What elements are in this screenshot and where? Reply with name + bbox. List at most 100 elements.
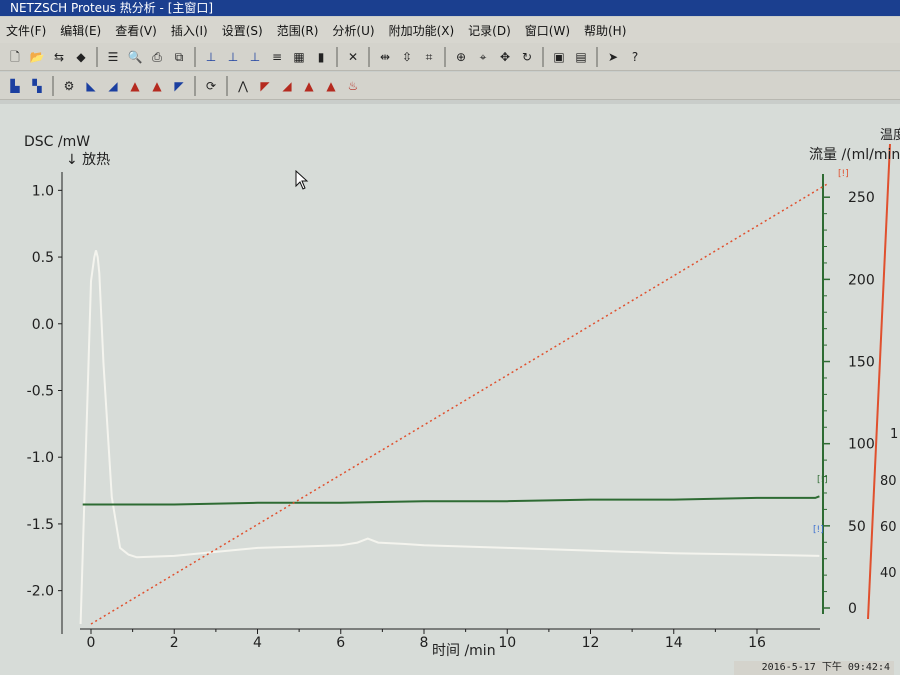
layers-icon[interactable]: ◆ <box>72 48 90 66</box>
curve-1-icon[interactable]: ◤ <box>256 77 274 95</box>
time-tick-label: 0 <box>87 635 96 651</box>
flow-curve[interactable] <box>82 495 820 506</box>
flow-tick-label: 250 <box>848 190 875 206</box>
menu-item-10[interactable]: 帮助(H) <box>584 22 626 39</box>
onset-icon[interactable]: ◢ <box>104 77 122 95</box>
tangent-icon[interactable]: ⋀ <box>234 77 252 95</box>
move-icon[interactable]: ✥ <box>496 48 514 66</box>
curve-4-icon[interactable]: ▲ <box>322 77 340 95</box>
flow-tick-label: 100 <box>848 437 875 453</box>
time-tick-label: 2 <box>170 635 179 651</box>
dsc-icon[interactable]: ▙ <box>6 77 24 95</box>
temp-axis-line <box>867 143 891 620</box>
new-file-icon[interactable]: 🗋 <box>6 48 24 66</box>
time-tick-label: 8 <box>420 635 429 651</box>
zoom-area-icon[interactable]: ⌖ <box>474 48 492 66</box>
toolbar-separator <box>194 75 196 96</box>
menu-item-4[interactable]: 设置(S) <box>222 22 263 39</box>
time-tick-label: 4 <box>253 635 262 651</box>
menu-item-8[interactable]: 记录(D) <box>468 22 511 39</box>
curve-end-marker: [!] <box>813 525 824 535</box>
toolbar-separator <box>542 46 544 67</box>
dsc-tick-label: -1.5 <box>27 517 54 533</box>
menu-item-1[interactable]: 编辑(E) <box>60 22 101 39</box>
peak-1-icon[interactable]: ⊥ <box>202 48 220 66</box>
menu-item-9[interactable]: 窗口(W) <box>525 22 570 39</box>
dsc-tick-label: -1.0 <box>27 450 54 466</box>
menu-item-5[interactable]: 范围(R) <box>277 22 319 39</box>
curve-end-marker: [!] <box>838 169 849 179</box>
temp-tick-label: 40 <box>880 566 897 581</box>
temp-tick-label: 60 <box>880 520 897 535</box>
import-icon[interactable]: ⇆ <box>50 48 68 66</box>
toolbar-separator <box>96 46 98 67</box>
temp-axis-label: 温度 <box>880 127 900 143</box>
curve-end-marker: [!] <box>817 475 828 485</box>
integral-icon[interactable]: ◤ <box>170 77 188 95</box>
zoom-in-icon[interactable]: ⊕ <box>452 48 470 66</box>
flow-tick-label: 0 <box>848 601 857 617</box>
dsc-curve[interactable] <box>79 250 820 625</box>
time-tick-label: 6 <box>336 635 345 651</box>
zoom-fit-icon[interactable]: ⌗ <box>420 48 438 66</box>
peak-2-icon[interactable]: ⊥ <box>224 48 242 66</box>
export-icon[interactable]: ▣ <box>550 48 568 66</box>
peak-area-icon[interactable]: ▲ <box>126 77 144 95</box>
close-x-icon[interactable]: ✕ <box>344 48 362 66</box>
time-axis-label: 时间 /min <box>432 643 496 659</box>
peak-icon[interactable]: ▲ <box>148 77 166 95</box>
temp-curve[interactable] <box>90 183 829 625</box>
copy-icon[interactable]: ⧉ <box>170 48 188 66</box>
help-cursor-icon[interactable]: ? <box>626 48 644 66</box>
open-folder-icon[interactable]: 📂 <box>28 48 46 66</box>
main-toolbar: 🗋 📂 ⇆ ◆ ☰ 🔍 ⎙ ⧉ ⊥ ⊥ ⊥ ≡ ▦ ▮ ✕ ⇹ ⇳ ⌗ ⊕ ⌖ ✥ ↻ ▣ ▤ ➤? <box>0 43 900 71</box>
grid-icon[interactable]: ▦ <box>290 48 308 66</box>
zoom-x-icon[interactable]: ⇹ <box>376 48 394 66</box>
window-title-bar: NETZSCH Proteus 热分析 - [主窗口] <box>0 0 900 16</box>
print-preview-icon[interactable]: 🔍 <box>126 48 144 66</box>
analysis-toolbar: ▙ ▚ ⚙ ◣ ◢ ▲ ▲ ◤ ⟳ ⋀ ◤ ◢ ▲ ▲ ♨ <box>0 72 900 100</box>
tg-icon[interactable]: ▚ <box>28 77 46 95</box>
status-datetime: 2016-5-17 下午 09:42:4 <box>734 661 894 675</box>
menu-item-6[interactable]: 分析(U) <box>332 22 374 39</box>
flow-tick-label: 150 <box>848 355 875 371</box>
menu-item-7[interactable]: 附加功能(X) <box>389 22 455 39</box>
dsc-tick-label: 1.0 <box>32 183 54 199</box>
dsc-tick-label: 0.0 <box>32 317 54 333</box>
menu-item-3[interactable]: 插入(I) <box>171 22 208 39</box>
legend-icon[interactable]: ≡ <box>268 48 286 66</box>
dsc-tick-label: -2.0 <box>27 584 54 600</box>
list-icon[interactable]: ☰ <box>104 48 122 66</box>
dsc-chart[interactable]: 1.00.50.0-0.5-1.0-1.5-2.00 2 4 6 8 10 12 14 1605… <box>0 104 900 675</box>
baseline-icon[interactable]: ◣ <box>82 77 100 95</box>
time-tick-label: 12 <box>582 635 600 651</box>
toolbar-separator <box>194 46 196 67</box>
curve-2-icon[interactable]: ◢ <box>278 77 296 95</box>
menu-bar: 文件(F) 编辑(E) 查看(V) 插入(I) 设置(S) 范围(R) 分析(U) 附加功能(… <box>0 17 900 43</box>
refresh-icon[interactable]: ↻ <box>518 48 536 66</box>
toolbar-separator <box>596 46 598 67</box>
bars-icon[interactable]: ▮ <box>312 48 330 66</box>
toolbar-separator <box>444 46 446 67</box>
flow-tick-label: 50 <box>848 519 866 535</box>
time-tick-label: 16 <box>748 635 766 651</box>
toolbar-separator <box>336 46 338 67</box>
curve-3-icon[interactable]: ▲ <box>300 77 318 95</box>
flow-axis-label: 流量 /(ml/min) <box>809 147 900 163</box>
pointer-icon[interactable]: ➤ <box>604 48 622 66</box>
temp-tick-label-partial: 1 <box>890 427 898 442</box>
rotate-icon[interactable]: ⟳ <box>202 77 220 95</box>
time-tick-label: 14 <box>665 635 683 651</box>
zoom-y-icon[interactable]: ⇳ <box>398 48 416 66</box>
peak-3-icon[interactable]: ⊥ <box>246 48 264 66</box>
snapshot-icon[interactable]: ▤ <box>572 48 590 66</box>
temp-tick-label: 80 <box>880 474 897 489</box>
print-icon[interactable]: ⎙ <box>148 48 166 66</box>
window-title: NETZSCH Proteus 热分析 - [主窗口] <box>10 1 214 15</box>
exotherm-direction-label: ↓ 放热 <box>66 152 110 168</box>
curve-5-icon[interactable]: ♨ <box>344 77 362 95</box>
menu-item-0[interactable]: 文件(F) <box>6 22 46 39</box>
mouse-cursor-icon <box>295 170 309 190</box>
settings-gear-icon[interactable]: ⚙ <box>60 77 78 95</box>
menu-item-2[interactable]: 查看(V) <box>115 22 157 39</box>
